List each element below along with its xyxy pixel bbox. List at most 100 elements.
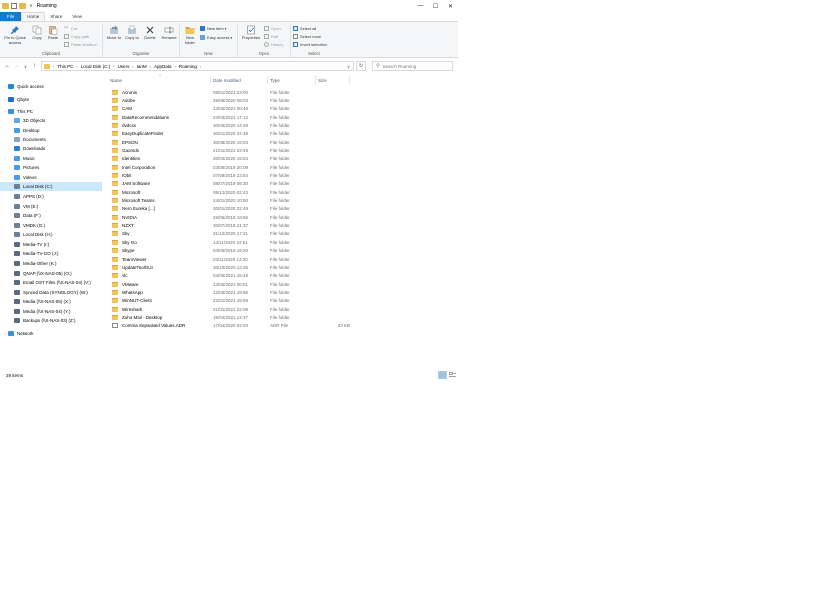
file-row[interactable]: Acronis 09/01/2021 23:00 File folder [108, 88, 354, 96]
file-row[interactable]: Sky 31/10/2020 17:21 File folder [108, 230, 354, 238]
history-button[interactable]: History [264, 42, 283, 47]
file-row[interactable]: Microsoft 09/12/2020 02:43 File folder [108, 188, 354, 196]
breadcrumb-ianm[interactable]: IanM [137, 64, 147, 69]
file-row[interactable]: Intel Corporation 03/05/2019 20:09 File fo… [108, 163, 354, 171]
easy-access-button[interactable]: Easy access ▾ [200, 35, 232, 40]
delete-button[interactable]: Delete [142, 25, 158, 41]
file-row[interactable]: Adobe 26/06/2020 08:03 File folder [108, 96, 354, 104]
file-row[interactable]: Microsoft Teams 24/01/2020 10:50 File fold… [108, 197, 354, 205]
tab-view[interactable]: View [67, 12, 87, 21]
breadcrumb-appdata[interactable]: AppData [154, 64, 172, 69]
file-row[interactable]: Wireshark 21/01/2021 22:08 File folder [108, 305, 354, 313]
column-header-date[interactable]: Date modified [213, 75, 241, 85]
column-divider[interactable] [349, 76, 350, 84]
nav-item[interactable]: Backups (\\X-NAS-03) (Z:) [0, 316, 102, 325]
address-box[interactable]: › This PC › Local Disk (C:) › Users › Ia… [41, 61, 354, 71]
rename-button[interactable]: Rename [160, 25, 178, 41]
refresh-button[interactable]: ↻ [356, 61, 366, 71]
file-row[interactable]: Gaomds 21/01/2021 23:49 File folder [108, 146, 354, 154]
breadcrumb-users[interactable]: Users [118, 64, 130, 69]
customize-toolbar-icon[interactable]: ∨ [29, 3, 33, 9]
properties-button[interactable]: Properties [240, 25, 262, 41]
file-row[interactable]: JAM Software 08/07/2019 08:30 File folder [108, 180, 354, 188]
cut-button[interactable]: ✂ Cut [64, 26, 77, 32]
nav-item[interactable]: Media (\\X-NAS-05) (X:) [0, 297, 102, 306]
nav-item[interactable]: VM (E:) [0, 202, 102, 211]
new-item-button[interactable]: New item ▾ [200, 26, 226, 31]
nav-item[interactable]: Media (\\X-NAS-04) (Y:) [0, 307, 102, 316]
nav-item[interactable]: Pictures [0, 163, 102, 172]
file-row[interactable]: dvdcss 30/05/2020 14:29 File folder [108, 121, 354, 129]
nav-item[interactable]: Desktop [0, 126, 102, 135]
nav-item[interactable]: Music [0, 154, 102, 163]
pin-to-quick-access-button[interactable]: Pin to Quick access [2, 25, 28, 45]
copy-path-button[interactable]: Copy path [64, 34, 89, 39]
back-button[interactable]: ← [3, 62, 12, 71]
file-row[interactable]: NVIDIA 25/05/2019 19:55 File folder [108, 213, 354, 221]
nav-item[interactable]: Local Disk (C:) [0, 182, 102, 191]
file-row[interactable]: DataRecommendations 24/03/2021 17:12 File … [108, 113, 354, 121]
select-all-button[interactable]: Select all [293, 26, 316, 31]
tab-home[interactable]: Home [21, 12, 46, 21]
column-header-size[interactable]: Size [318, 75, 327, 85]
minimize-button[interactable]: — [413, 0, 428, 12]
new-folder-icon[interactable] [19, 3, 26, 9]
nav-item[interactable]: Data (F:) [0, 211, 102, 220]
search-input[interactable]: ⚲ Search Roaming [372, 61, 453, 71]
paste-button[interactable]: Paste [46, 25, 60, 41]
recent-locations-button[interactable]: ∨ [21, 62, 30, 71]
nav-item[interactable]: Synced Data (SYNOLOGY) (W:) [0, 288, 102, 297]
maximize-button[interactable]: ☐ [428, 0, 443, 12]
column-header-name[interactable]: Name [110, 75, 122, 85]
file-row[interactable]: EPSON 30/08/2020 15:03 File folder [108, 138, 354, 146]
file-row[interactable]: TeamViewer 03/11/2020 13:20 File folder [108, 255, 354, 263]
nav-item[interactable]: › Qbyte [0, 95, 102, 104]
nav-item[interactable]: Media-Other (K:) [0, 259, 102, 268]
nav-item[interactable]: 3D Objects [0, 116, 102, 125]
file-row[interactable]: Skype 04/05/2019 19:20 File folder [108, 247, 354, 255]
select-none-button[interactable]: Select none [293, 34, 321, 39]
file-row[interactable]: IObit 07/08/2019 22:54 File folder [108, 172, 354, 180]
file-row[interactable]: WinNUT-Client 22/01/2021 15:59 File folder [108, 297, 354, 305]
nav-item[interactable]: Videos [0, 173, 102, 182]
nav-item[interactable]: › Quick access [0, 82, 102, 91]
file-row[interactable]: Identities 20/04/2020 15:04 File folder [108, 155, 354, 163]
tab-share[interactable]: Share [45, 12, 67, 21]
file-row[interactable]: EasyDuplicateFinder 30/01/2020 22:49 File … [108, 130, 354, 138]
file-row[interactable]: WhatsApp 12/05/2021 19:56 File folder [108, 288, 354, 296]
nav-item[interactable]: Media-TV-GO (J:) [0, 249, 102, 258]
breadcrumb-local-disk[interactable]: Local Disk (C:) [81, 64, 111, 69]
copy-button[interactable]: Copy [30, 25, 44, 41]
file-row[interactable]: Comma Separated Values.ADR 17/04/2020 02:… [108, 322, 354, 330]
column-divider[interactable] [315, 76, 316, 84]
nav-item[interactable]: Downloads [0, 144, 102, 153]
file-row[interactable]: Nero Eureka [...] 30/01/2020 22:49 File fo… [108, 205, 354, 213]
large-icons-view-button[interactable] [448, 371, 457, 379]
properties-icon[interactable] [11, 3, 17, 9]
address-dropdown-icon[interactable]: ∨ [347, 64, 350, 69]
nav-item[interactable]: Documents [0, 135, 102, 144]
nav-item[interactable]: APPS (D:) [0, 192, 102, 201]
file-row[interactable]: NZXT 30/07/2019 21:37 File folder [108, 222, 354, 230]
edit-button[interactable]: Edit [264, 34, 278, 39]
file-row[interactable]: Zoho Mail - Desktop 15/04/2021 12:37 File … [108, 313, 354, 321]
file-row[interactable]: vlc 04/05/2021 15:48 File folder [108, 272, 354, 280]
nav-item[interactable]: › This PC [0, 107, 102, 116]
new-folder-button[interactable]: New folder [182, 25, 198, 45]
column-header-type[interactable]: Type [270, 75, 280, 85]
copy-to-button[interactable]: Copy to [124, 25, 140, 41]
details-view-button[interactable] [438, 371, 447, 379]
column-divider[interactable] [210, 76, 211, 84]
breadcrumb-roaming[interactable]: Roaming [179, 64, 197, 69]
tab-file[interactable]: File [0, 12, 22, 21]
close-button[interactable]: ✕ [443, 0, 458, 12]
forward-button[interactable]: → [12, 62, 21, 71]
nav-item[interactable]: Email OST Files (\\X-NAS-04) (V:) [0, 278, 102, 287]
file-row[interactable]: VMware 13/05/2021 00:51 File folder [108, 280, 354, 288]
file-row[interactable]: Sky Go 14/11/2020 22:51 File folder [108, 238, 354, 246]
paste-shortcut-button[interactable]: Paste shortcut [64, 42, 97, 47]
up-button[interactable]: ↑ [30, 62, 39, 71]
nav-item[interactable]: Media-TV (I:) [0, 240, 102, 249]
move-to-button[interactable]: Move to [106, 25, 122, 41]
nav-item[interactable]: › Network [0, 329, 102, 338]
